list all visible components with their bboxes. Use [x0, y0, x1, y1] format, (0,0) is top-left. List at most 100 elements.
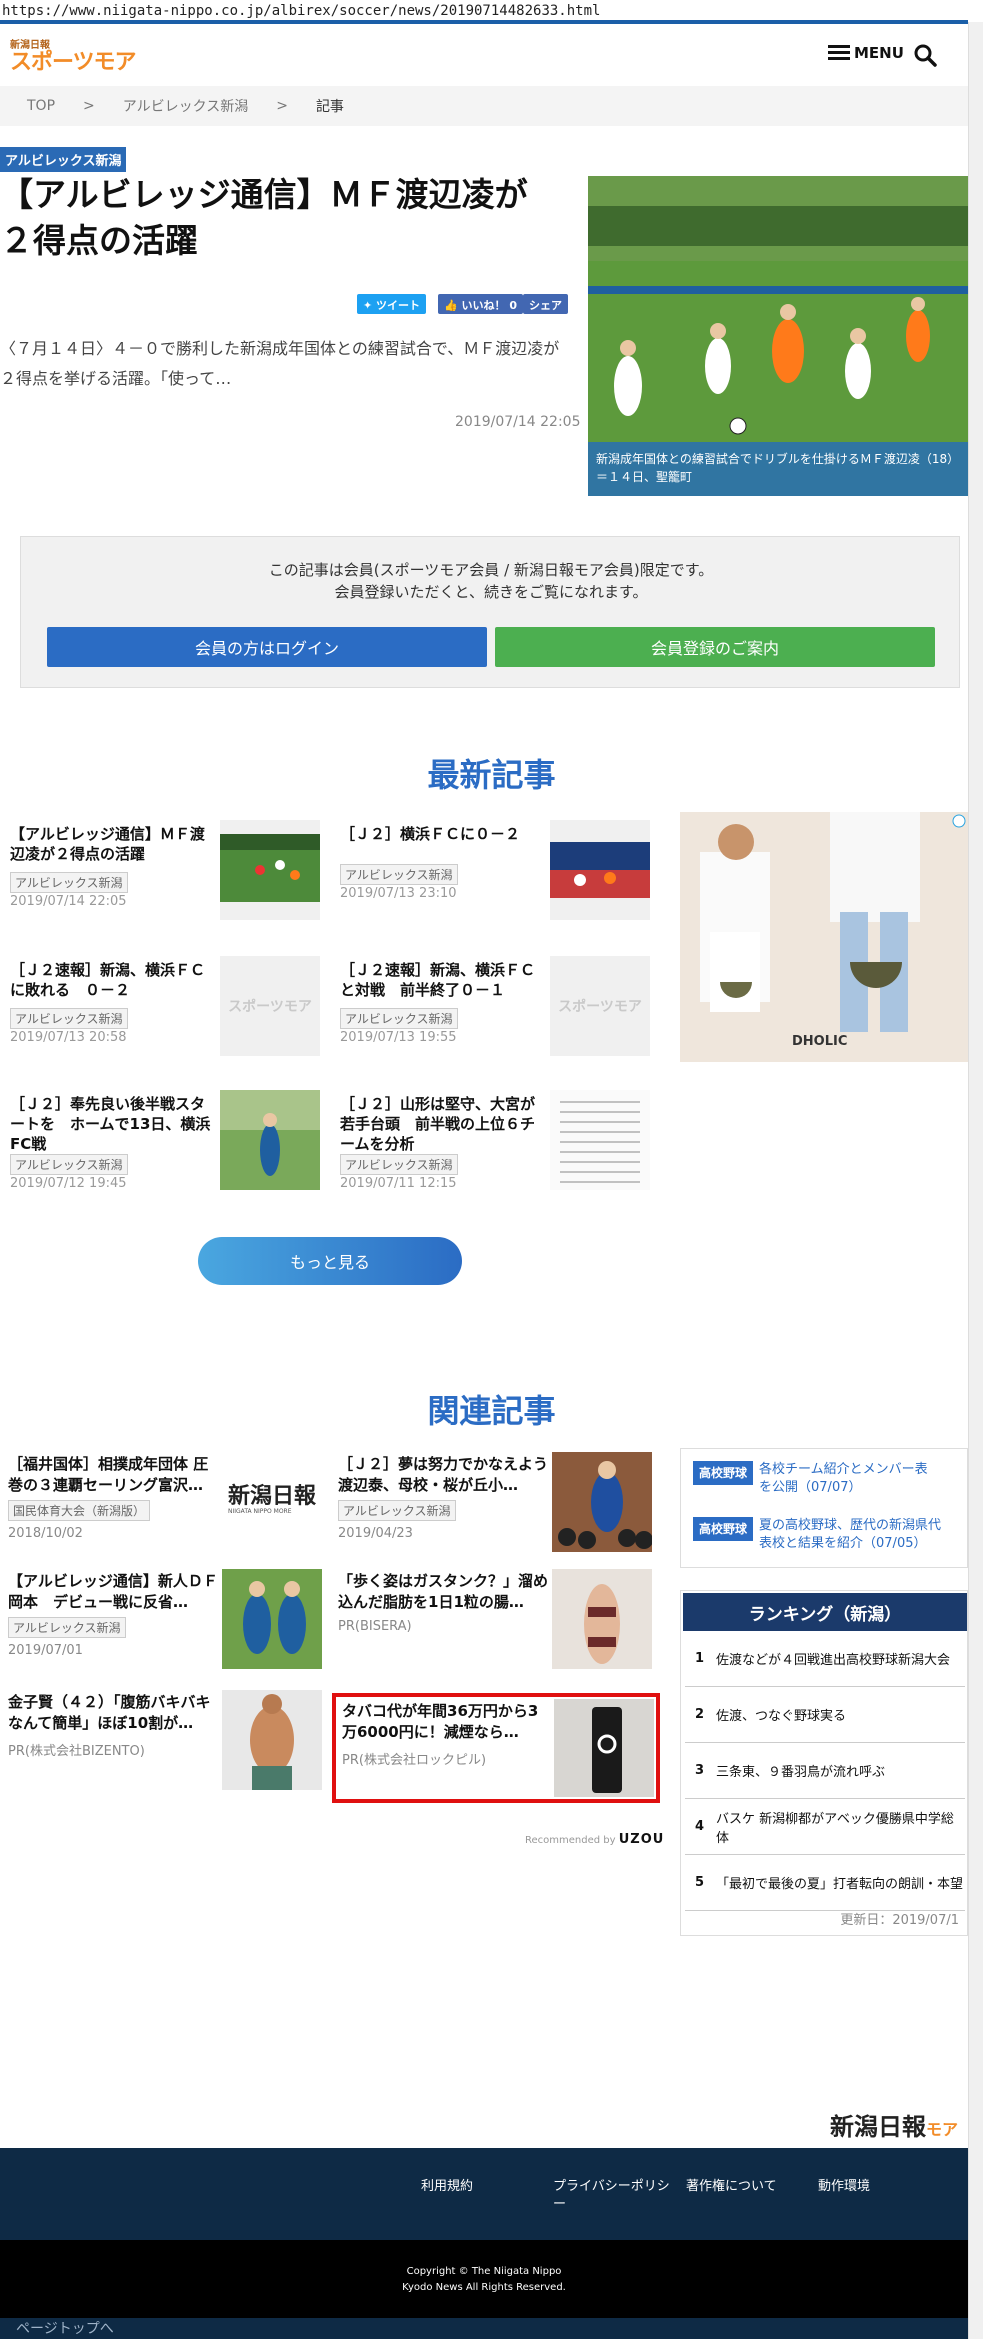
like-button[interactable]: 👍 いいね！ 0	[438, 294, 524, 314]
site-logo[interactable]: 新潟日報 スポーツモア	[10, 36, 137, 75]
footer-link-copyright[interactable]: 著作権について	[686, 2178, 777, 2196]
highschool-item[interactable]: 高校野球 夏の高校野球、歴代の新潟県代表校と結果を紹介（07/05）	[693, 1517, 963, 1553]
footer-logo[interactable]: 新潟日報モア	[830, 2107, 958, 2142]
copyright-line1: Copyright © The Niigata Nippo	[406, 2266, 562, 2277]
highschool-item[interactable]: 高校野球 各校チーム紹介とメンバー表を公開（07/07）	[693, 1461, 963, 1497]
breadcrumb-top[interactable]: TOP	[27, 98, 55, 114]
related-article-card[interactable]: 【アルビレッジ通信】新人ＤＦ岡本 デビュー戦に反省… アルビレックス新潟 201…	[0, 1569, 322, 1677]
related-thumbnail: 新潟日報 NIIGATA NIPPO MORE	[222, 1452, 322, 1552]
related-article-card[interactable]: ［福井国体］相撲成年団体 圧巻の３連覇セーリング富沢… 国民体育大会（新潟版） …	[0, 1452, 322, 1560]
rank-title: 「最初で最後の夏」打者転向の朗訓・本望	[716, 1877, 964, 1892]
ranking-item[interactable]: 5 「最初で最後の夏」打者転向の朗訓・本望	[685, 1855, 965, 1911]
related-source: アルビレックス新潟	[338, 1500, 456, 1521]
related-title: ［Ｊ２］夢は努力でかなえよう渡辺泰、母校・桜が丘小…	[338, 1455, 549, 1494]
card-tag: アルビレックス新潟	[340, 864, 458, 885]
latest-article-card[interactable]: ［Ｊ２］横浜ＦＣに０－２ アルビレックス新潟 2019/07/13 23:10	[330, 812, 650, 920]
related-article-card[interactable]: 「歩く姿はガスタンク？」溜め込んだ脂肪を1日1粒の腸… PR(BISERA)	[330, 1569, 652, 1677]
rank-title: 佐渡などが４回戦進出高校野球新潟大会	[716, 1653, 951, 1668]
card-date: 2019/07/12 19:45	[10, 1176, 127, 1191]
related-articles-heading: 関連記事	[427, 1392, 556, 1430]
footer-link-terms[interactable]: 利用規約	[421, 2178, 473, 2196]
highlighted-ad-frame	[332, 1693, 660, 1803]
article-photo[interactable]: 新潟成年国体との練習試合でドリブルを仕掛けるＭＦ渡辺凌（18）＝１４日、聖籠町	[588, 176, 968, 496]
related-source: PR(株式会社BIZENTO)	[8, 1744, 145, 1759]
card-title: ［Ｊ２］横浜ＦＣに０－２	[340, 825, 521, 843]
member-only-notice: この記事は会員(スポーツモア会員 / 新潟日報モア会員)限定です。 会員登録いた…	[20, 536, 960, 688]
breadcrumb-albirex[interactable]: アルビレックス新潟	[123, 96, 248, 116]
member-message: この記事は会員(スポーツモア会員 / 新潟日報モア会員)限定です。 会員登録いた…	[21, 559, 961, 603]
highschool-badge: 高校野球	[693, 1517, 754, 1541]
recommended-by[interactable]: Recommended by UZOU	[525, 1832, 664, 1847]
card-tag: アルビレックス新潟	[340, 1008, 458, 1029]
card-date: 2019/07/13 19:55	[340, 1030, 457, 1045]
footer-link-privacy[interactable]: プライバシーポリシー	[553, 2178, 678, 2214]
nippo-logo-sub: NIIGATA NIPPO MORE	[228, 1508, 292, 1515]
rank-title: 佐渡、つなぐ野球実る	[716, 1709, 847, 1724]
ranking-item[interactable]: 3 三条東、９番羽鳥が流れ呼ぶ	[685, 1743, 965, 1799]
footer-logo-sub: モア	[926, 2120, 959, 2139]
latest-article-card[interactable]: ［Ｊ２］奉先良い後半戦スタートを ホームで13日、横浜FC戦 アルビレックス新潟…	[0, 1082, 320, 1191]
ranking-item[interactable]: 4 バスケ 新潟柳都がアベック優勝県中学総体	[685, 1799, 965, 1855]
card-tag: アルビレックス新潟	[10, 872, 128, 893]
related-article-card[interactable]: 金子賢（４２）「腹筋バキバキなんて簡単」ほぼ10割が… PR(株式会社BIZEN…	[0, 1690, 322, 1798]
hamburger-icon	[828, 45, 850, 61]
logo-small-text: 新潟日報	[10, 40, 50, 51]
related-source: 国民体育大会（新潟版）	[8, 1500, 151, 1521]
copyright-line2: Kyodo News All Rights Reserved.	[402, 2282, 566, 2293]
page-top-link[interactable]: ページトップへ	[0, 2318, 968, 2339]
address-bar[interactable]: https://www.niigata-nippo.co.jp/albirex/…	[0, 0, 983, 22]
footer-copyright: Copyright © The Niigata Nippo Kyodo News…	[0, 2240, 968, 2320]
highschool-link: 各校チーム紹介とメンバー表を公開（07/07）	[759, 1462, 928, 1495]
breadcrumb-separator: >	[276, 98, 288, 114]
card-tag: アルビレックス新潟	[340, 1154, 458, 1175]
ranking-updated: 更新日：2019/07/1	[840, 1913, 959, 1928]
card-title: ［Ｊ２速報］新潟、横浜ＦＣと対戦 前半終了０－１	[340, 961, 536, 999]
advertisement[interactable]: DHOLIC	[680, 812, 968, 1062]
highschool-link: 夏の高校野球、歴代の新潟県代表校と結果を紹介（07/05）	[759, 1518, 942, 1551]
more-button[interactable]: もっと見る	[198, 1237, 462, 1285]
card-thumbnail-logo: スポーツモア	[220, 956, 320, 1056]
rank-number: 2	[695, 1707, 705, 1722]
latest-article-card[interactable]: ［Ｊ２速報］新潟、横浜ＦＣと対戦 前半終了０－１ アルビレックス新潟 2019/…	[330, 948, 650, 1056]
highschool-badge: 高校野球	[693, 1461, 754, 1485]
article-lead: 〈７月１４日〉４－０で勝利した新潟成年国体との練習試合で、ＭＦ渡辺凌が２得点を挙…	[0, 339, 560, 388]
related-title: 「歩く姿はガスタンク？」溜め込んだ脂肪を1日1粒の腸…	[338, 1572, 549, 1611]
rank-title: バスケ 新潟柳都がアベック優勝県中学総体	[716, 1811, 954, 1846]
login-button[interactable]: 会員の方はログイン	[47, 627, 487, 667]
latest-article-card[interactable]: 【アルビレッジ通信】ＭＦ渡辺凌が２得点の活躍 アルビレックス新潟 2019/07…	[0, 812, 320, 920]
register-button[interactable]: 会員登録のご案内	[495, 627, 935, 667]
scrollbar[interactable]	[968, 22, 983, 2339]
uzou-logo: UZOU	[618, 1832, 665, 1847]
card-thumbnail	[550, 820, 650, 920]
ad-brand: DHOLIC	[792, 1034, 848, 1049]
rank-number: 4	[695, 1819, 705, 1834]
related-article-card[interactable]: ［Ｊ２］夢は努力でかなえよう渡辺泰、母校・桜が丘小… アルビレックス新潟 201…	[330, 1452, 652, 1560]
related-source: PR(BISERA)	[338, 1619, 412, 1634]
recommended-label: Recommended by	[525, 1835, 616, 1846]
breadcrumb-current: 記事	[315, 99, 344, 115]
ranking-item[interactable]: 2 佐渡、つなぐ野球実る	[685, 1687, 965, 1743]
related-thumbnail	[552, 1452, 652, 1552]
search-icon[interactable]	[912, 42, 938, 68]
highschool-baseball-box: 高校野球 各校チーム紹介とメンバー表を公開（07/07） 高校野球 夏の高校野球、歴…	[680, 1448, 968, 1568]
footer-link-environment[interactable]: 動作環境	[818, 2178, 870, 2196]
category-badge[interactable]: アルビレックス新潟	[0, 147, 127, 172]
card-thumbnail	[550, 1090, 650, 1190]
latest-article-card[interactable]: ［Ｊ２速報］新潟、横浜ＦＣに敗れる ０－２ アルビレックス新潟 2019/07/…	[0, 948, 320, 1056]
menu-button[interactable]: MENU	[828, 44, 904, 62]
like-label: いいね！ 0	[461, 299, 518, 312]
card-title: ［Ｊ２］山形は堅守、大宮が若手台頭 前半戦の上位６チームを分析	[340, 1095, 536, 1153]
footer-links: 利用規約 プライバシーポリシー 著作権について 動作環境	[0, 2148, 968, 2240]
related-title: 【アルビレッジ通信】新人ＤＦ岡本 デビュー戦に反省…	[8, 1572, 218, 1611]
breadcrumb-separator: >	[83, 98, 95, 114]
tweet-button[interactable]: ✦ ツイート	[357, 294, 427, 314]
latest-articles-heading: 最新記事	[427, 756, 556, 794]
breadcrumb: TOP > アルビレックス新潟 > 記事	[0, 86, 968, 126]
latest-article-card[interactable]: ［Ｊ２］山形は堅守、大宮が若手台頭 前半戦の上位６チームを分析 アルビレックス新…	[330, 1082, 650, 1191]
rank-number: 5	[695, 1875, 705, 1890]
footer-logo-text: 新潟日報	[830, 2112, 926, 2141]
ranking-item[interactable]: 1 佐渡などが４回戦進出高校野球新潟大会	[685, 1631, 965, 1687]
article-title: 【アルビレッジ通信】ＭＦ渡辺凌が２得点の活躍	[0, 175, 528, 260]
photo-caption: 新潟成年国体との練習試合でドリブルを仕掛けるＭＦ渡辺凌（18）＝１４日、聖籠町	[588, 442, 968, 496]
share-button[interactable]: シェア	[523, 294, 568, 314]
